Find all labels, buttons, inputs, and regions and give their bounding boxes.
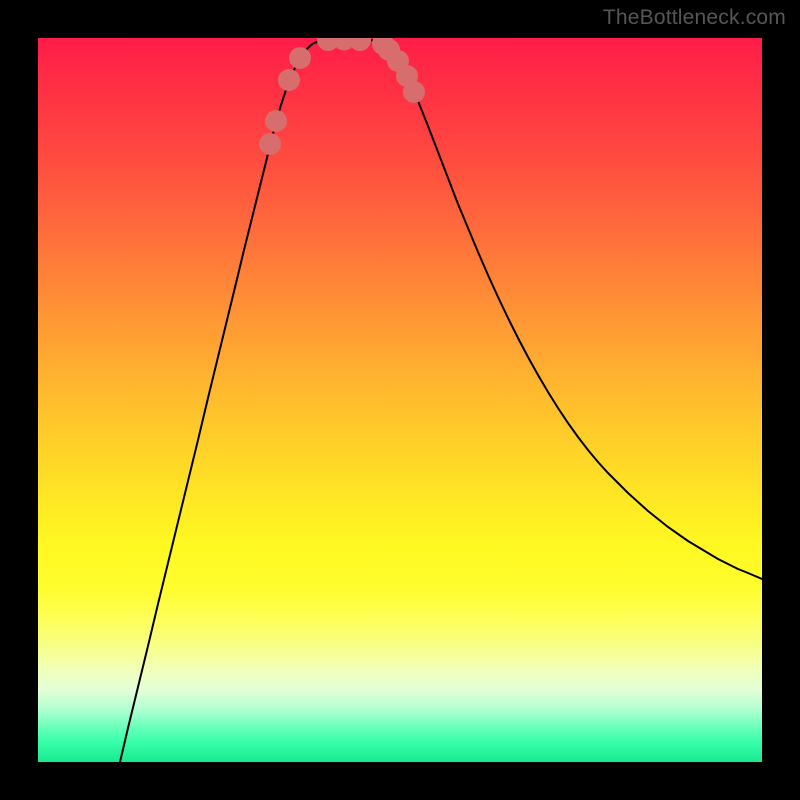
highlight-dot — [265, 110, 287, 132]
highlight-dot — [278, 69, 300, 91]
chart-canvas: TheBottleneck.com — [0, 0, 800, 800]
highlight-dot — [349, 38, 371, 51]
highlight-dot — [259, 133, 281, 155]
watermark-text: TheBottleneck.com — [603, 6, 786, 30]
plot-area — [38, 38, 762, 762]
highlight-dot — [289, 47, 311, 69]
bottleneck-curve — [120, 40, 762, 763]
highlight-dot — [403, 81, 425, 103]
chart-svg — [38, 38, 762, 762]
